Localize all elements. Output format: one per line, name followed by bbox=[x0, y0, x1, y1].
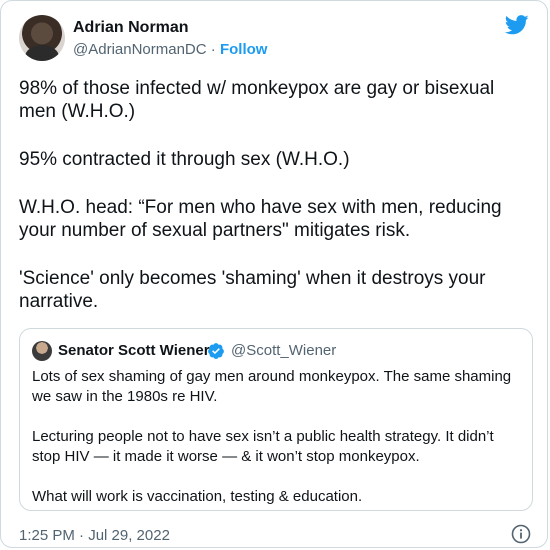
quoted-paragraph: Lecturing people not to have sex isn’t a… bbox=[32, 428, 494, 465]
quoted-author-name[interactable]: Senator Scott Wiener bbox=[58, 342, 210, 359]
quoted-author-avatar[interactable] bbox=[32, 341, 52, 361]
author-handle[interactable]: @AdrianNormanDC bbox=[73, 41, 207, 58]
tweet-timestamp[interactable]: 1:25 PM · Jul 29, 2022 bbox=[19, 527, 170, 544]
tweet-text: 98% of those infected w/ monkeypox are g… bbox=[19, 77, 531, 338]
twitter-bird-icon[interactable] bbox=[505, 15, 529, 35]
tweet-paragraph: 98% of those infected w/ monkeypox are g… bbox=[19, 78, 495, 122]
author-avatar[interactable] bbox=[19, 15, 65, 61]
quoted-tweet[interactable]: Senator Scott Wiener @Scott_Wiener Lots … bbox=[19, 328, 533, 511]
handle-separator: · bbox=[206, 41, 220, 58]
avatar-figure bbox=[25, 45, 59, 61]
tweet-paragraph: 'Science' only becomes 'shaming' when it… bbox=[19, 268, 486, 312]
verified-badge-icon bbox=[208, 343, 224, 359]
quoted-author-handle[interactable]: @Scott_Wiener bbox=[231, 342, 336, 359]
tweet-paragraph: 95% contracted it through sex (W.H.O.) bbox=[19, 149, 350, 170]
tweet-paragraph: W.H.O. head: “For men who have sex with … bbox=[19, 197, 502, 241]
author-name[interactable]: Adrian Norman bbox=[73, 19, 189, 37]
quoted-tweet-text: Lots of sex shaming of gay men around mo… bbox=[32, 367, 522, 527]
tweet-card: Adrian Norman @AdrianNormanDC · Follow 9… bbox=[0, 0, 548, 548]
follow-button[interactable]: Follow bbox=[220, 41, 268, 58]
quoted-paragraph: Lots of sex shaming of gay men around mo… bbox=[32, 368, 512, 405]
info-icon[interactable] bbox=[511, 524, 531, 544]
quoted-paragraph: What will work is vaccination, testing &… bbox=[32, 488, 363, 505]
author-handle-row: @AdrianNormanDC · Follow bbox=[73, 41, 267, 58]
